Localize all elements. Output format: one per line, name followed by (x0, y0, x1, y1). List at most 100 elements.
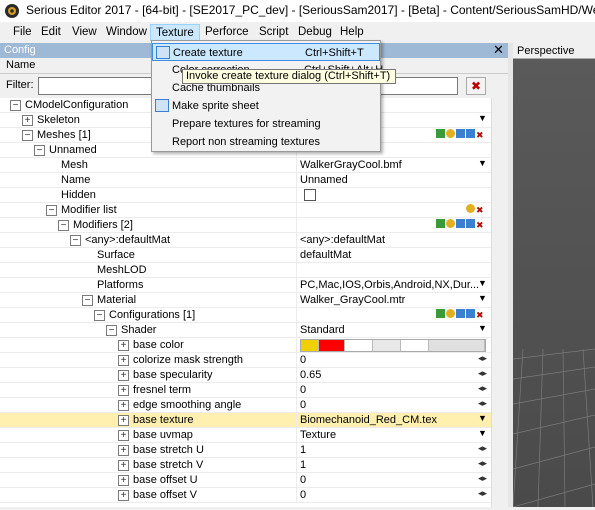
tree-row[interactable]: − <any>:defaultMat <any>:defaultMat (0, 233, 491, 248)
clear-filter-button[interactable]: ✖ (466, 77, 486, 95)
chevron-down-icon[interactable]: ▼ (478, 323, 487, 333)
tree-row[interactable]: − Shader Standard ▼ (0, 323, 491, 338)
menu-report-non-streaming[interactable]: Report non streaming textures (152, 133, 380, 151)
tree-row[interactable]: Mesh WalkerGrayCool.bmf ▼ (0, 158, 491, 173)
menu-texture[interactable]: Texture (150, 24, 200, 41)
menu-help[interactable]: Help (335, 24, 369, 41)
menu-window[interactable]: Window (101, 24, 152, 41)
property-value[interactable]: 1 (300, 459, 488, 471)
collapse-icon[interactable]: − (46, 205, 57, 216)
move-up-icon[interactable] (456, 129, 465, 138)
expand-icon[interactable]: + (118, 415, 129, 426)
collapse-icon[interactable]: − (22, 130, 33, 141)
tree-row[interactable]: − Modifiers [2] ✖ (0, 218, 491, 233)
tree-row[interactable]: + base stretch U 1 ◂▸ (0, 443, 491, 458)
add-icon[interactable] (446, 219, 455, 228)
collapse-icon[interactable]: − (34, 145, 45, 156)
tree-row[interactable]: + base color (0, 338, 491, 353)
move-up-icon[interactable] (456, 309, 465, 318)
expand-icon[interactable]: + (118, 340, 129, 351)
expand-icon[interactable]: + (118, 370, 129, 381)
property-value[interactable]: 0.65 (300, 369, 488, 381)
expand-icon[interactable]: + (118, 475, 129, 486)
delete-icon[interactable]: ✖ (476, 310, 485, 320)
expand-icon[interactable]: + (118, 430, 129, 441)
expand-icon[interactable]: + (118, 355, 129, 366)
copy-icon[interactable] (436, 219, 445, 228)
tree-row[interactable]: − Modifier list ✖ (0, 203, 491, 218)
menu-script[interactable]: Script (254, 24, 293, 41)
expand-icon[interactable]: + (118, 445, 129, 456)
move-up-icon[interactable] (456, 219, 465, 228)
expand-icon[interactable]: + (118, 385, 129, 396)
color-picker[interactable] (300, 339, 486, 352)
tree-row[interactable]: + fresnel term 0 ◂▸ (0, 383, 491, 398)
chevron-down-icon[interactable]: ▼ (478, 113, 487, 123)
menu-prepare-textures-streaming[interactable]: Prepare textures for streaming (152, 115, 380, 133)
tree-row[interactable]: − Material Walker_GrayCool.mtr ▼ (0, 293, 491, 308)
expand-icon[interactable]: + (118, 460, 129, 471)
tree-row[interactable]: Hidden (0, 188, 491, 203)
menu-debug[interactable]: Debug (293, 24, 337, 41)
collapse-icon[interactable]: − (58, 220, 69, 231)
chevron-down-icon[interactable]: ▼ (478, 278, 487, 288)
collapse-icon[interactable]: − (106, 325, 117, 336)
tree-row[interactable]: + edge smoothing angle 0 ◂▸ (0, 398, 491, 413)
delete-icon[interactable]: ✖ (476, 220, 485, 230)
close-icon[interactable]: ✕ (493, 42, 504, 58)
spinner-arrows-icon[interactable]: ◂▸ (478, 398, 487, 409)
chevron-down-icon[interactable]: ▼ (478, 413, 487, 423)
spinner-arrows-icon[interactable]: ◂▸ (478, 458, 487, 469)
tree-row[interactable]: Surface defaultMat (0, 248, 491, 263)
tree-row[interactable]: + colorize mask strength 0 ◂▸ (0, 353, 491, 368)
move-down-icon[interactable] (466, 129, 475, 138)
add-icon[interactable] (446, 129, 455, 138)
property-value[interactable]: Unnamed (300, 174, 488, 186)
perspective-viewport[interactable] (512, 59, 595, 508)
collapse-icon[interactable]: − (10, 100, 21, 111)
spinner-arrows-icon[interactable]: ◂▸ (478, 443, 487, 454)
spinner-arrows-icon[interactable]: ◂▸ (478, 368, 487, 379)
delete-icon[interactable]: ✖ (476, 205, 485, 215)
property-value[interactable]: Standard (300, 324, 488, 336)
property-value[interactable]: Walker_GrayCool.mtr (300, 294, 488, 306)
copy-icon[interactable] (436, 309, 445, 318)
delete-icon[interactable]: ✖ (476, 130, 485, 140)
tree-row[interactable]: + base offset U 0 ◂▸ (0, 473, 491, 488)
property-value[interactable]: <any>:defaultMat (300, 234, 488, 246)
tree-row[interactable]: + base specularity 0.65 ◂▸ (0, 368, 491, 383)
property-value[interactable]: 1 (300, 444, 488, 456)
menu-perforce[interactable]: Perforce (200, 24, 253, 41)
chevron-down-icon[interactable]: ▼ (478, 158, 487, 168)
spinner-arrows-icon[interactable]: ◂▸ (478, 488, 487, 499)
tree-row[interactable]: + base texture Biomechanoid_Red_CM.tex ▼ (0, 413, 491, 428)
tree-row[interactable]: + base stretch V 1 ◂▸ (0, 458, 491, 473)
collapse-icon[interactable]: − (82, 295, 93, 306)
spinner-arrows-icon[interactable]: ◂▸ (478, 353, 487, 364)
expand-icon[interactable]: + (118, 490, 129, 501)
menu-make-sprite-sheet[interactable]: Make sprite sheet (152, 97, 380, 115)
tree-row[interactable]: + base uvmap Texture ▼ (0, 428, 491, 443)
property-value[interactable]: WalkerGrayCool.bmf (300, 159, 488, 171)
tree-row[interactable]: MeshLOD (0, 263, 491, 278)
property-value[interactable]: Biomechanoid_Red_CM.tex (300, 414, 488, 426)
menu-view[interactable]: View (67, 24, 102, 41)
move-down-icon[interactable] (466, 219, 475, 228)
collapse-icon[interactable]: − (70, 235, 81, 246)
tree-row[interactable]: Name Unnamed (0, 173, 491, 188)
chevron-down-icon[interactable]: ▼ (478, 293, 487, 303)
spinner-arrows-icon[interactable]: ◂▸ (478, 473, 487, 484)
menu-edit[interactable]: Edit (36, 24, 66, 41)
copy-icon[interactable] (436, 129, 445, 138)
property-value[interactable]: 0 (300, 474, 488, 486)
property-value[interactable]: defaultMat (300, 249, 488, 261)
expand-icon[interactable]: + (22, 115, 33, 126)
tree-scrollbar[interactable] (491, 98, 508, 507)
chevron-down-icon[interactable]: ▼ (478, 428, 487, 438)
expand-icon[interactable]: + (118, 400, 129, 411)
tree-row[interactable]: + base offset V 0 ◂▸ (0, 488, 491, 503)
property-value[interactable]: 0 (300, 384, 488, 396)
add-icon[interactable] (446, 309, 455, 318)
tree-row[interactable]: Platforms PC,Mac,IOS,Orbis,Android,NX,Dur… (0, 278, 491, 293)
menu-create-texture[interactable]: Create texture Ctrl+Shift+T (152, 43, 380, 61)
